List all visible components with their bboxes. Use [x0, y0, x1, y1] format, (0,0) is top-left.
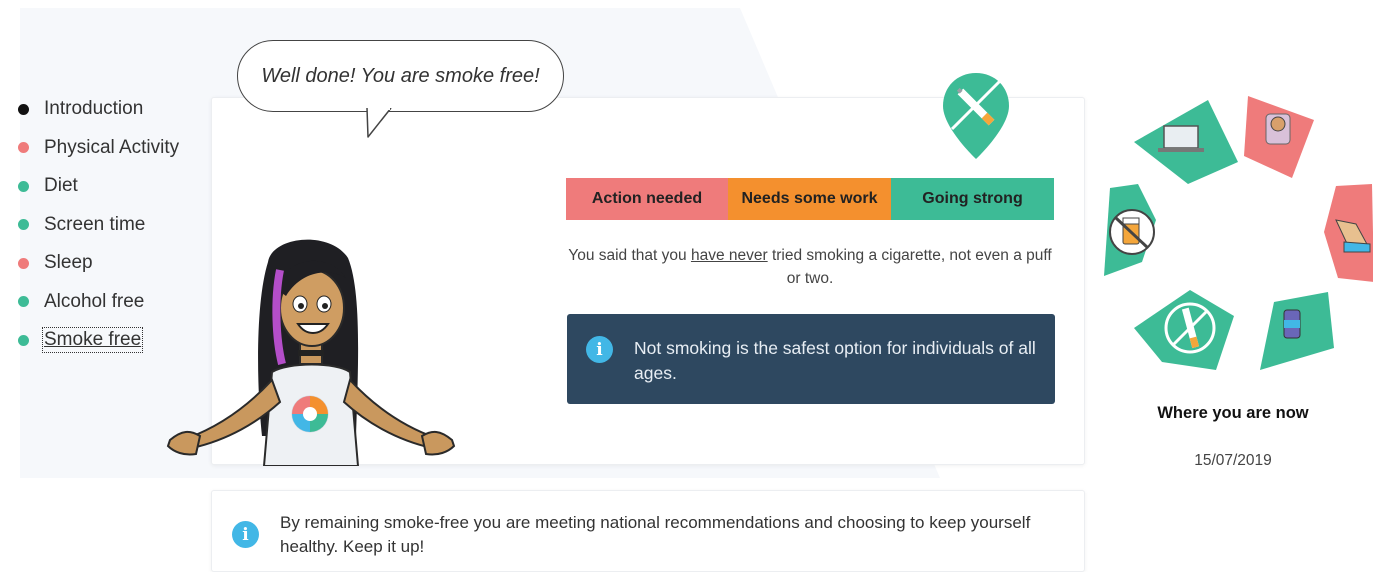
progress-wheel	[1104, 96, 1373, 370]
status-scale: Action needed Needs some work Going stro…	[566, 178, 1054, 220]
answer-summary: You said that you have never tried smoki…	[560, 244, 1060, 290]
status-dot	[18, 180, 29, 192]
nav-item-diet[interactable]: Diet	[18, 167, 179, 206]
speech-bubble-tail	[366, 108, 392, 138]
wheel-segment-diet[interactable]	[1260, 292, 1334, 370]
wheel-segment-physical-activity[interactable]	[1324, 184, 1373, 282]
status-dot	[18, 334, 29, 346]
food-can-icon	[1283, 309, 1301, 339]
answer-text-before: You said that you	[568, 247, 691, 264]
info-message-text: Not smoking is the safest option for ind…	[634, 338, 1036, 383]
nav-item-sleep[interactable]: Sleep	[18, 244, 179, 283]
info-message: i Not smoking is the safest option for i…	[567, 314, 1055, 404]
status-action-needed: Action needed	[566, 178, 728, 220]
recommendation-text: By remaining smoke-free you are meeting …	[280, 513, 1031, 556]
nav-item-introduction[interactable]: Introduction	[18, 90, 179, 129]
status-dot	[18, 142, 29, 154]
nav-item-label: Sleep	[44, 252, 93, 274]
recommendation-card: i By remaining smoke-free you are meetin…	[211, 490, 1085, 572]
nav-item-label: Introduction	[44, 98, 144, 120]
no-smoking-pin-icon	[943, 73, 1009, 159]
answer-text-after: tried smoking a cigarette, not even a pu…	[767, 247, 1052, 287]
nav-item-alcohol-free[interactable]: Alcohol free	[18, 283, 179, 322]
laptop-icon	[1158, 125, 1204, 152]
nav-item-label: Diet	[44, 175, 78, 197]
status-dot	[18, 296, 29, 308]
nav-item-smoke-free[interactable]: Smoke free	[18, 321, 179, 360]
nav-item-label: Alcohol free	[44, 290, 145, 312]
info-icon: i	[586, 336, 613, 363]
status-going-strong: Going strong	[891, 178, 1054, 220]
nav-item-label: Physical Activity	[44, 136, 180, 158]
nav-item-label: Smoke free	[41, 327, 144, 354]
wheel-segment-sleep[interactable]	[1244, 96, 1314, 178]
wheel-segment-smoke-free[interactable]	[1134, 290, 1234, 370]
status-dot	[18, 103, 29, 115]
info-icon: i	[232, 521, 259, 548]
assessment-date: 15/07/2019	[1194, 452, 1272, 469]
sleeping-person-icon	[1265, 113, 1291, 145]
wheel-caption: Where you are now	[1157, 404, 1309, 422]
answer-highlight: have never	[690, 247, 768, 264]
status-dot	[18, 219, 29, 231]
nav-item-physical-activity[interactable]: Physical Activity	[18, 129, 179, 168]
status-needs-some-work: Needs some work	[728, 178, 891, 220]
nav-item-label: Screen time	[44, 213, 146, 235]
wheel-segment-screen-time[interactable]	[1134, 100, 1238, 184]
speech-bubble: Well done! You are smoke free!	[237, 40, 564, 112]
wheel-segment-alcohol-free[interactable]	[1104, 184, 1156, 276]
character-illustration	[166, 239, 456, 466]
topic-nav: Introduction Physical Activity Diet Scre…	[18, 90, 179, 360]
no-alcohol-icon	[1109, 209, 1155, 255]
nav-item-screen-time[interactable]: Screen time	[18, 206, 179, 245]
status-dot	[18, 257, 29, 269]
